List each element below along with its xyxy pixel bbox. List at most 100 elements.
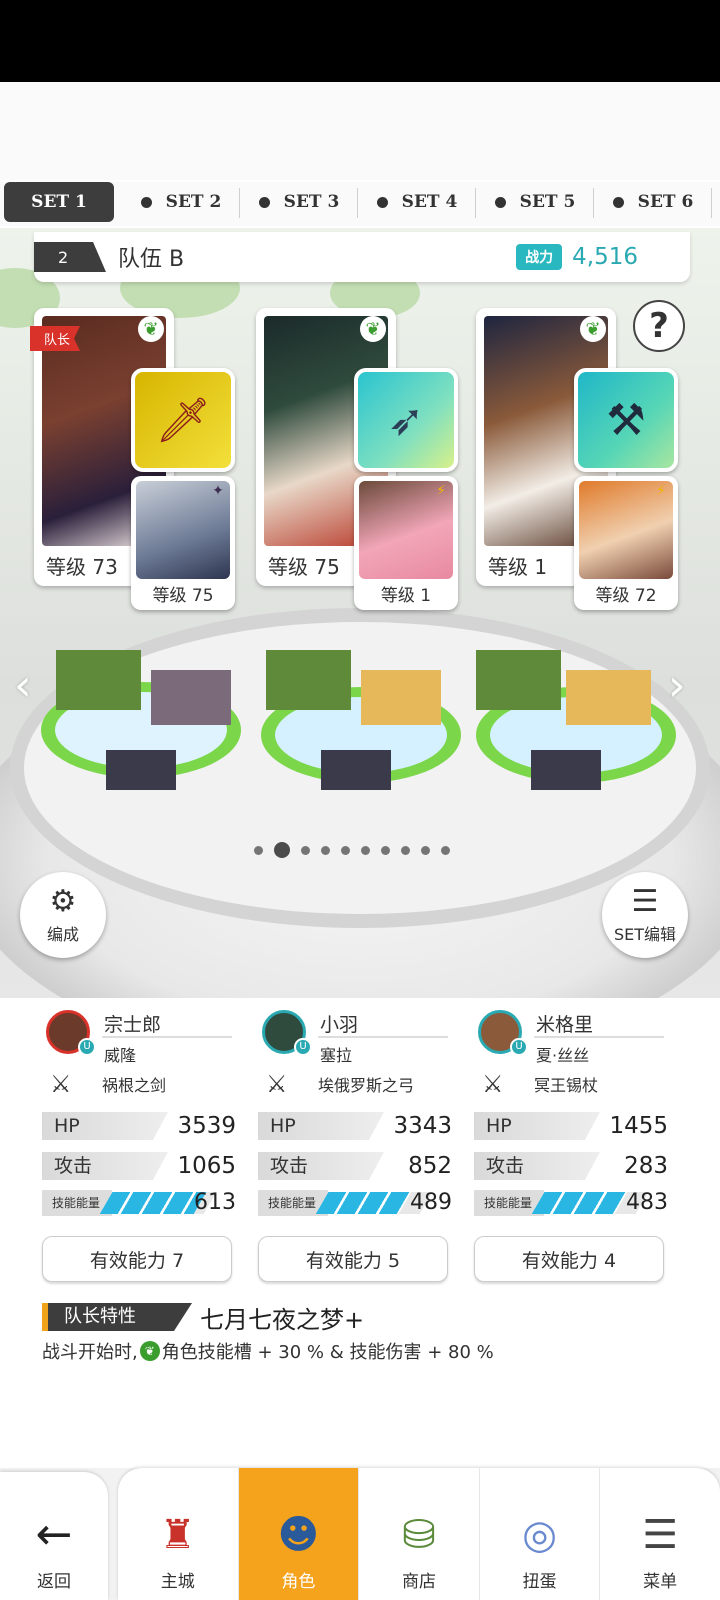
page-dot-active[interactable] [274, 842, 290, 858]
hero-level: 等级 1 [484, 551, 552, 580]
weapon-slot[interactable]: ➶ [354, 368, 458, 472]
divider [318, 1036, 448, 1038]
hero-name: 宗士郎 [104, 1014, 162, 1036]
grass-block [56, 650, 141, 710]
nav-item-castle[interactable]: ♜ 主城 [118, 1468, 239, 1600]
effective-ability-button[interactable]: 有效能力 7 [42, 1236, 232, 1282]
leaf-icon: ❦ [360, 316, 386, 342]
help-button[interactable]: ? [633, 300, 685, 352]
set-edit-label: SET编辑 [613, 925, 677, 944]
nav-label: 商店 [401, 1572, 436, 1592]
top-spacer [0, 82, 720, 180]
item-block [321, 750, 391, 790]
page-dot[interactable] [361, 845, 370, 855]
sub-hero-name: 夏·丝丝 [536, 1046, 590, 1065]
atk-value: 1065 [177, 1153, 236, 1179]
hp-label: HP [258, 1112, 384, 1140]
tab-set-1[interactable]: SET 1 [4, 182, 114, 222]
tab-set-3[interactable]: SET 3 [240, 182, 358, 222]
page-dot[interactable] [341, 845, 350, 855]
bottom-nav: ← 返回 ♜ 主城 ☻ 角色 ⛁ 商店 ◎ 扭蛋 ☰ 菜单 [0, 1468, 720, 1600]
sub-hero-card[interactable]: ⚡ 等级 1 [354, 476, 458, 610]
dot-icon [612, 196, 624, 208]
desc-suffix: 角色技能槽 + 30 % & 技能伤害 + 80 % [161, 1342, 494, 1363]
shop-icon: ⛁ [402, 1512, 436, 1558]
nav-item-character[interactable]: ☻ 角色 [238, 1468, 360, 1600]
page-dot[interactable] [254, 845, 263, 855]
page-dot[interactable] [441, 845, 450, 855]
effective-ability-button[interactable]: 有效能力 4 [474, 1236, 664, 1282]
sub-hero-name: 塞拉 [320, 1046, 353, 1065]
energy-stat: 技能能量 483 [474, 1190, 668, 1218]
effective-ability-button[interactable]: 有效能力 5 [258, 1236, 448, 1282]
tab-set-6[interactable]: SET 6 [594, 182, 712, 222]
castle-icon: ♜ [159, 1512, 196, 1558]
tab-set-2[interactable]: SET 2 [122, 182, 240, 222]
sword-icon: 🗡 [155, 395, 211, 446]
nav-item-gacha[interactable]: ◎ 扭蛋 [480, 1468, 601, 1600]
tab-set-4[interactable]: SET 4 [358, 182, 476, 222]
back-label: 返回 [37, 1572, 71, 1592]
weapon-silhouette-icon: ⚔ [482, 1070, 504, 1098]
left-arrow-icon[interactable]: ‹ [14, 660, 32, 711]
energy-fill [99, 1192, 206, 1214]
edit-label: 编成 [46, 925, 79, 944]
tab-set-5[interactable]: SET 5 [476, 182, 594, 222]
nav-item-menu[interactable]: ☰ 菜单 [600, 1468, 720, 1600]
back-arrow-icon: ← [35, 1509, 73, 1560]
weapon-slot[interactable]: 🗡 [131, 368, 235, 472]
menu-icon: ☰ [642, 1512, 679, 1558]
dot-icon [376, 196, 388, 208]
stats-panel: U 宗士郎 威隆 ⚔ 祸根之剑 HP 3539 攻击 1065 技能能量 613… [0, 998, 720, 1468]
bow-icon: ➶ [387, 394, 425, 446]
gacha-icon: ◎ [522, 1512, 558, 1558]
hero-info[interactable]: U 米格里 夏·丝丝 [474, 1004, 674, 1065]
weapon-slot[interactable]: ⚒ [574, 368, 678, 472]
page-dot[interactable] [301, 845, 310, 855]
hp-stat: HP 3539 [42, 1112, 236, 1140]
nav-items: ♜ 主城 ☻ 角色 ⛁ 商店 ◎ 扭蛋 ☰ 菜单 [118, 1468, 720, 1600]
hp-label: HP [474, 1112, 600, 1140]
item-block [531, 750, 601, 790]
set-tabs: SET 1 SET 2 SET 3 SET 4 SET 5 SET 6 [0, 182, 720, 226]
sub-hero-card[interactable]: ✦ 等级 75 [131, 476, 235, 610]
dot-icon [140, 196, 152, 208]
right-arrow-icon[interactable]: › [668, 660, 686, 711]
weapon-info[interactable]: ⚔ 冥王锡杖 [482, 1068, 682, 1100]
weapon-silhouette-icon: ⚔ [266, 1070, 288, 1098]
element-badge-icon: U [294, 1038, 312, 1056]
page-dot[interactable] [401, 845, 410, 855]
list-icon: ☰ [631, 884, 659, 919]
hero-info[interactable]: U 小羽 塞拉 [258, 1004, 458, 1065]
weapon-info[interactable]: ⚔ 祸根之剑 [50, 1068, 250, 1100]
weapon-name: 祸根之剑 [102, 1076, 167, 1095]
divider [534, 1036, 664, 1038]
leaf-icon: ❦ [139, 1341, 160, 1361]
tab-label: SET 4 [401, 192, 458, 212]
staff-icon: ⚒ [606, 394, 646, 446]
weapon-info[interactable]: ⚔ 埃俄罗斯之弓 [266, 1068, 466, 1100]
hero-name: 小羽 [320, 1014, 359, 1036]
tab-label: SET 1 [31, 192, 87, 212]
formation-tiles [41, 650, 676, 790]
hp-stat: HP 1455 [474, 1112, 668, 1140]
page-dot[interactable] [421, 845, 430, 855]
atk-stat: 攻击 852 [258, 1152, 452, 1180]
team-name[interactable]: 队伍 B [118, 241, 516, 273]
element-badge-icon: U [510, 1038, 528, 1056]
star-icon: ✦ [212, 483, 224, 499]
hp-label: HP [42, 1112, 168, 1140]
hp-value: 1455 [609, 1113, 668, 1139]
edit-formation-button[interactable]: ⚙ 编成 [20, 872, 106, 958]
page-dot[interactable] [381, 845, 390, 855]
back-button[interactable]: ← 返回 [0, 1472, 108, 1600]
sub-hero-card[interactable]: ⚡ 等级 72 [574, 476, 678, 610]
hero-info[interactable]: U 宗士郎 威隆 [42, 1004, 242, 1065]
set-edit-button[interactable]: ☰ SET编辑 [602, 872, 688, 958]
sand-block [566, 670, 651, 725]
weapon-name: 冥王锡杖 [534, 1076, 599, 1095]
nav-label: 菜单 [643, 1572, 678, 1592]
energy-value: 489 [410, 1190, 452, 1215]
page-dot[interactable] [321, 845, 330, 855]
nav-item-shop[interactable]: ⛁ 商店 [359, 1468, 480, 1600]
